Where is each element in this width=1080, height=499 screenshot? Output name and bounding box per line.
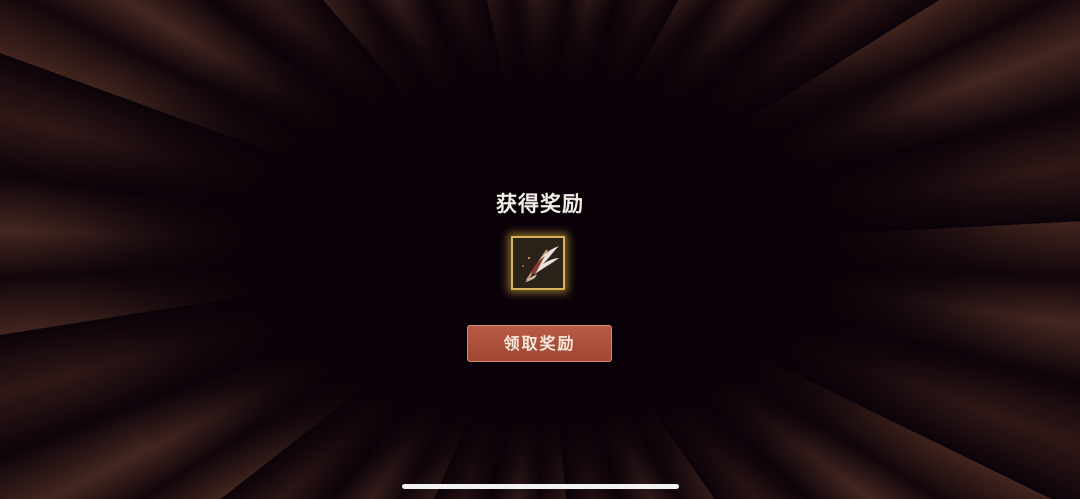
home-indicator[interactable]	[402, 484, 679, 489]
reward-title: 获得奖励	[496, 191, 584, 216]
reward-screen: 获得奖励 领取奖励	[0, 0, 1080, 499]
claim-reward-button[interactable]: 领取奖励	[467, 325, 612, 362]
angel-wing-icon	[513, 238, 563, 288]
reward-item-slot[interactable]	[511, 236, 565, 290]
